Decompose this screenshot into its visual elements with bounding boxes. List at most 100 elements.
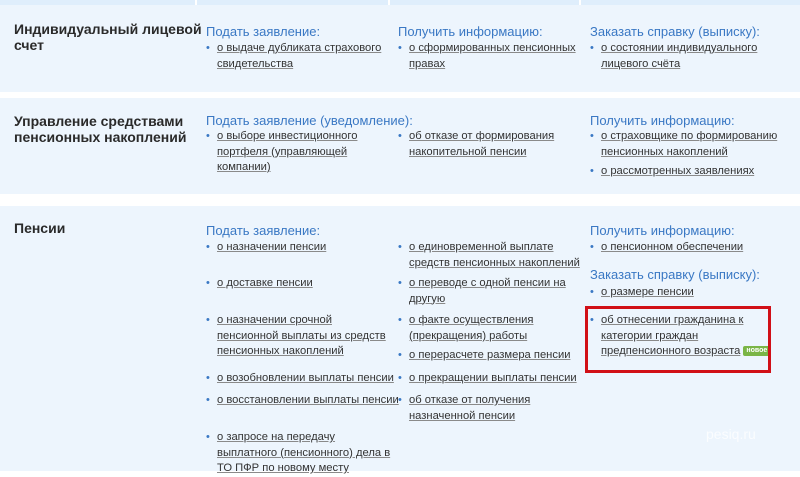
link-pension-delivery[interactable]: о доставке пенсии: [217, 277, 313, 289]
link-text[interactable]: о выборе инвестиционного: [217, 130, 357, 142]
link-text[interactable]: ТО ПФР по новому месту: [217, 462, 349, 474]
row-title-line: Пенсии: [14, 220, 66, 236]
link-pension-rights[interactable]: о сформированных пенсионных правах: [409, 42, 576, 70]
row-title-line: Индивидуальный лицевой: [14, 21, 202, 37]
list-item[interactable]: • о назначении пенсии: [206, 240, 326, 256]
link-resume-payment[interactable]: о возобновлении выплаты пенсии: [217, 372, 394, 384]
bullet-icon: •: [398, 241, 402, 253]
link-text[interactable]: свидетельства: [217, 58, 293, 70]
bullet-icon: •: [398, 277, 402, 289]
bullet-icon: •: [590, 130, 594, 142]
list-item[interactable]: • о выдаче дубликата страхового свидетель…: [206, 41, 381, 72]
link-text[interactable]: о страховщике по формированию: [601, 130, 777, 142]
watermark: pesiq.ru: [706, 426, 756, 442]
link-reviewed-applications[interactable]: о рассмотренных заявлениях: [601, 165, 754, 177]
link-text[interactable]: другую: [409, 293, 445, 305]
heading-submit-application-notice: Подать заявление (уведомление):: [206, 113, 413, 128]
link-text[interactable]: о единовременной выплате: [409, 241, 554, 253]
list-item[interactable]: • об отказе от формирования накопительной…: [398, 129, 554, 160]
heading-get-information: Получить информацию:: [398, 24, 543, 39]
link-text[interactable]: средств пенсионных накоплений: [409, 257, 580, 269]
bullet-icon: •: [590, 165, 594, 177]
bullet-icon: •: [398, 372, 402, 384]
list-item[interactable]: • об отказе от получения назначенной пенс…: [398, 393, 530, 424]
link-urgent-payment[interactable]: о назначении срочной пенсионной выплаты и…: [217, 314, 386, 357]
bullet-icon: •: [398, 42, 402, 54]
link-pension-transfer[interactable]: о переводе с одной пенсии на другую: [409, 277, 566, 305]
link-text[interactable]: пенсионных накоплений: [217, 345, 344, 357]
heading-get-information: Получить информацию:: [590, 113, 735, 128]
list-item[interactable]: • о доставке пенсии: [206, 276, 313, 292]
row-title-line: пенсионных накоплений: [14, 129, 187, 145]
link-text[interactable]: портфеля (управляющей: [217, 146, 347, 158]
link-text[interactable]: компании): [217, 161, 271, 173]
link-stop-payment[interactable]: о прекращении выплаты пенсии: [409, 372, 577, 384]
link-text[interactable]: о запросе на передачу: [217, 431, 335, 443]
list-item[interactable]: • о сформированных пенсионных правах: [398, 41, 576, 72]
bullet-icon: •: [206, 130, 210, 142]
link-refuse-pension[interactable]: об отказе от получения назначенной пенсии: [409, 394, 530, 422]
heading-order-certificate: Заказать справку (выписку):: [590, 267, 760, 282]
link-text[interactable]: лицевого счёта: [601, 58, 680, 70]
heading-submit-application: Подать заявление:: [206, 24, 321, 39]
row-title-savings-management: Управление средствами пенсионных накопле…: [14, 113, 186, 145]
list-item[interactable]: • о запросе на передачу выплатного (пенси…: [206, 430, 390, 477]
list-item[interactable]: • о рассмотренных заявлениях: [590, 164, 754, 180]
list-item[interactable]: • о восстановлении выплаты пенсии: [206, 393, 399, 409]
link-text[interactable]: о факте осуществления: [409, 314, 533, 326]
row-title-individual-account: Индивидуальный лицевой счет: [14, 21, 202, 53]
link-lump-sum[interactable]: о единовременной выплате средств пенсионн…: [409, 241, 580, 269]
link-investment-portfolio[interactable]: о выборе инвестиционного портфеля (управл…: [217, 130, 357, 173]
list-item[interactable]: • о пенсионном обеспечении: [590, 240, 743, 256]
bullet-icon: •: [398, 130, 402, 142]
link-pension-assignment[interactable]: о назначении пенсии: [217, 241, 326, 253]
link-pension-amount[interactable]: о размере пенсии: [601, 286, 694, 298]
link-pension-provision[interactable]: о пенсионном обеспечении: [601, 241, 743, 253]
row-title-pensions: Пенсии: [14, 220, 65, 236]
list-item[interactable]: • о факте осуществления (прекращения) раб…: [398, 313, 533, 344]
link-refuse-funded-pension[interactable]: об отказе от формирования накопительной п…: [409, 130, 554, 158]
list-item[interactable]: • о возобновлении выплаты пенсии: [206, 371, 394, 387]
link-text[interactable]: назначенной пенсии: [409, 410, 515, 422]
list-item[interactable]: • о перерасчете размера пенсии: [398, 348, 570, 364]
link-text[interactable]: (прекращения) работы: [409, 330, 527, 342]
link-text[interactable]: выплатного (пенсионного) дела в: [217, 447, 390, 459]
list-item[interactable]: • о выборе инвестиционного портфеля (упра…: [206, 129, 357, 176]
link-text[interactable]: категории граждан: [601, 330, 698, 342]
link-text[interactable]: об отнесении гражданина к: [601, 314, 743, 326]
link-account-status[interactable]: о состоянии индивидуального лицевого счёт…: [601, 42, 757, 70]
link-transfer-case[interactable]: о запросе на передачу выплатного (пенсион…: [217, 431, 390, 474]
list-item[interactable]: • о назначении срочной пенсионной выплаты…: [206, 313, 386, 360]
bullet-icon: •: [590, 314, 594, 326]
bullet-icon: •: [590, 241, 594, 253]
link-text[interactable]: о переводе с одной пенсии на: [409, 277, 566, 289]
link-text[interactable]: о выдаче дубликата страхового: [217, 42, 381, 54]
bullet-icon: •: [206, 431, 210, 443]
link-text[interactable]: об отказе от получения: [409, 394, 530, 406]
list-item[interactable]: • о переводе с одной пенсии на другую: [398, 276, 566, 307]
list-item[interactable]: • о состоянии индивидуального лицевого сч…: [590, 41, 757, 72]
link-duplicate-certificate[interactable]: о выдаче дубликата страхового свидетельст…: [217, 42, 381, 70]
heading-get-information: Получить информацию:: [590, 223, 735, 238]
link-recalculation[interactable]: о перерасчете размера пенсии: [409, 349, 570, 361]
list-item[interactable]: • о единовременной выплате средств пенсио…: [398, 240, 580, 271]
link-text[interactable]: предпенсионного возраста: [601, 345, 740, 357]
list-item[interactable]: • о страховщике по формированию пенсионны…: [590, 129, 777, 160]
link-text[interactable]: о состоянии индивидуального: [601, 42, 757, 54]
bullet-icon: •: [206, 372, 210, 384]
link-text[interactable]: о сформированных пенсионных: [409, 42, 576, 54]
bullet-icon: •: [206, 314, 210, 326]
link-pre-retirement-category[interactable]: об отнесении гражданина к категории гражд…: [601, 314, 743, 357]
link-insurer-info[interactable]: о страховщике по формированию пенсионных …: [601, 130, 777, 158]
link-text[interactable]: накопительной пенсии: [409, 146, 526, 158]
link-work-fact[interactable]: о факте осуществления (прекращения) работ…: [409, 314, 533, 342]
list-item[interactable]: • о прекращении выплаты пенсии: [398, 371, 577, 387]
link-text[interactable]: пенсионной выплаты из средств: [217, 330, 386, 342]
link-text[interactable]: об отказе от формирования: [409, 130, 554, 142]
link-text[interactable]: пенсионных накоплений: [601, 146, 728, 158]
link-text[interactable]: о назначении срочной: [217, 314, 332, 326]
link-text[interactable]: правах: [409, 58, 445, 70]
list-item[interactable]: • об отнесении гражданина к категории гра…: [590, 313, 771, 360]
list-item[interactable]: • о размере пенсии: [590, 285, 694, 301]
link-restore-payment[interactable]: о восстановлении выплаты пенсии: [217, 394, 399, 406]
